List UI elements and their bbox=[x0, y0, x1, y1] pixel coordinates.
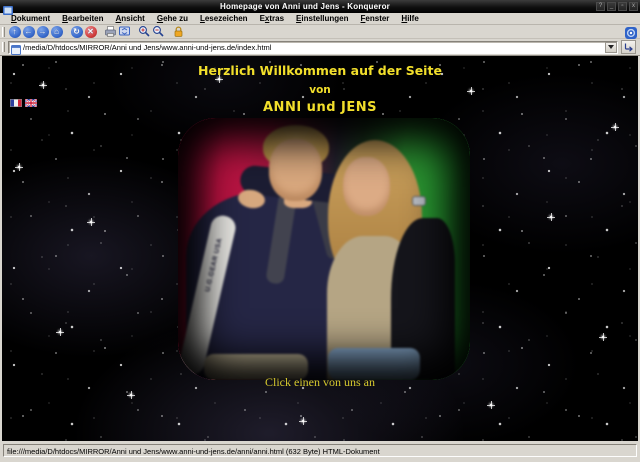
star bbox=[614, 126, 616, 128]
menu-hilfe[interactable]: Hilfe bbox=[395, 14, 424, 23]
star bbox=[18, 166, 20, 168]
minimize-button[interactable]: _ bbox=[607, 2, 616, 11]
up-button[interactable]: ↑ bbox=[9, 26, 21, 38]
home-button[interactable]: ⌂ bbox=[51, 26, 63, 38]
jens-photo-link[interactable] bbox=[178, 118, 324, 380]
french-flag-link[interactable] bbox=[10, 99, 22, 107]
locationbar-handle[interactable] bbox=[2, 42, 5, 52]
statusbar: file:///media/D/htdocs/MIRROR/Anni und J… bbox=[0, 441, 640, 462]
go-button[interactable] bbox=[621, 40, 636, 54]
star bbox=[90, 221, 92, 223]
konqueror-app-icon[interactable] bbox=[3, 2, 13, 11]
stop-button[interactable]: ✕ bbox=[85, 26, 97, 38]
welcome-heading-line1: Herzlich Willkommen auf der Seite bbox=[2, 63, 638, 78]
star bbox=[490, 404, 492, 406]
titlebar: Homepage von Anni und Jens - Konqueror ?… bbox=[0, 0, 640, 13]
page-content: Herzlich Willkommen auf der Seite von AN… bbox=[0, 56, 640, 441]
menu-fenster[interactable]: Fenster bbox=[355, 14, 396, 23]
reload-button[interactable]: ↻ bbox=[71, 26, 83, 38]
menu-bearbeiten[interactable]: Bearbeiten bbox=[56, 14, 109, 23]
uk-flag-link[interactable] bbox=[25, 99, 37, 107]
security-lock-button[interactable] bbox=[172, 25, 185, 38]
menu-einstellungen[interactable]: Einstellungen bbox=[290, 14, 354, 23]
location-dropdown-button[interactable] bbox=[605, 42, 617, 53]
toolbar: ↑ ← → ⌂ ↻ ✕ bbox=[0, 25, 640, 39]
konqueror-window: Homepage von Anni und Jens - Konqueror ?… bbox=[0, 0, 640, 462]
fit-window-button[interactable] bbox=[118, 25, 131, 38]
html-page-icon bbox=[11, 42, 21, 52]
status-text: file:///media/D/htdocs/MIRROR/Anni und J… bbox=[3, 444, 637, 457]
close-button[interactable]: x bbox=[629, 2, 638, 11]
menubar: DokumentBearbeitenAnsichtGehe zuLesezeic… bbox=[0, 13, 640, 25]
star bbox=[59, 331, 61, 333]
window-title: Homepage von Anni und Jens - Konqueror bbox=[16, 2, 594, 11]
star bbox=[302, 420, 304, 422]
menu-gehe-zu[interactable]: Gehe zu bbox=[151, 14, 194, 23]
click-caption: Click einen von uns an bbox=[2, 375, 638, 390]
maximize-button[interactable]: ▫ bbox=[618, 2, 627, 11]
help-button[interactable]: ? bbox=[596, 2, 605, 11]
print-button[interactable] bbox=[104, 25, 117, 38]
star bbox=[130, 394, 132, 396]
back-button[interactable]: ← bbox=[23, 26, 35, 38]
welcome-heading-line2: von bbox=[2, 84, 638, 96]
zoom-in-button[interactable] bbox=[138, 25, 151, 38]
welcome-heading: Herzlich Willkommen auf der Seite von AN… bbox=[2, 63, 638, 115]
forward-button[interactable]: → bbox=[37, 26, 49, 38]
location-bar bbox=[0, 39, 640, 56]
konqueror-throbber-icon bbox=[625, 26, 637, 38]
welcome-heading-line3: ANNI und JENS bbox=[2, 100, 638, 115]
zoom-out-button[interactable] bbox=[152, 25, 165, 38]
toolbar-handle[interactable] bbox=[2, 27, 5, 37]
couple-photo[interactable]: U.G.GEAR USA bbox=[178, 118, 470, 380]
menu-dokument[interactable]: Dokument bbox=[5, 14, 56, 23]
star bbox=[602, 336, 604, 338]
location-combobox bbox=[8, 41, 618, 54]
menu-ansicht[interactable]: Ansicht bbox=[109, 14, 150, 23]
location-input[interactable] bbox=[23, 42, 605, 53]
anni-photo-link[interactable] bbox=[324, 118, 470, 380]
language-flags bbox=[10, 99, 37, 107]
menu-extras[interactable]: Extras bbox=[254, 14, 290, 23]
menu-lesezeichen[interactable]: Lesezeichen bbox=[194, 14, 254, 23]
star bbox=[550, 216, 552, 218]
